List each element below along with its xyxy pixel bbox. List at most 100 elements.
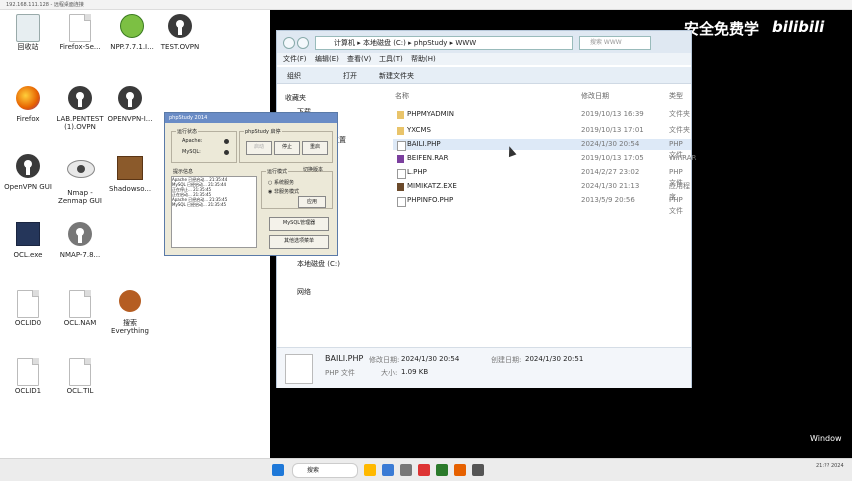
openvpn-icon — [68, 86, 92, 110]
window-title: 192.168.111.128 - 远程桌面连接 — [6, 2, 84, 8]
menu-file[interactable]: 文件(F) — [283, 54, 307, 64]
details-type: PHP 文件 — [325, 369, 355, 377]
menu-view[interactable]: 查看(V) — [347, 54, 371, 64]
details-created-label: 创建日期: — [491, 356, 522, 364]
menu-edit[interactable]: 编辑(E) — [315, 54, 339, 64]
taskbar: 搜索 21:?? 2024 — [0, 458, 852, 481]
menu-bar: 文件(F) 编辑(E) 查看(V) 工具(T) 帮助(H) — [277, 53, 691, 65]
file-row[interactable]: L.PHP 2014/2/27 23:02 PHP 文件 — [393, 167, 691, 187]
new-folder-button[interactable]: 新建文件夹 — [379, 71, 414, 81]
app-icon[interactable] — [382, 464, 394, 476]
sidebar-favorites[interactable]: 收藏夹 — [285, 93, 306, 103]
other-options-button[interactable]: 其他选项菜单 — [269, 235, 329, 249]
folder-icon — [397, 127, 404, 135]
desktop-icon-recycle-bin[interactable]: 回收站 — [2, 14, 54, 51]
desktop-icon-lab-pentest[interactable]: LAB.PENTEST (1).OVPN — [54, 86, 106, 131]
disc-icon — [68, 222, 92, 246]
app-icon[interactable] — [436, 464, 448, 476]
firefox-icon — [16, 86, 40, 110]
breadcrumb-phpstudy[interactable]: phpStudy — [414, 39, 448, 47]
start-button[interactable]: 启动 — [246, 141, 272, 155]
phpstudy-titlebar[interactable]: phpStudy 2014 — [165, 113, 337, 123]
openvpn-icon — [16, 154, 40, 178]
file-explorer-icon[interactable] — [364, 464, 376, 476]
details-modified: 2024/1/30 20:54 — [401, 355, 460, 363]
organize-button[interactable]: 组织 — [287, 71, 301, 81]
sidebar-network[interactable]: 网络 — [297, 287, 311, 297]
start-icon[interactable] — [272, 464, 284, 476]
desktop-icon-ocl-exe[interactable]: OCL.exe — [2, 222, 54, 259]
openvpn-icon — [118, 86, 142, 110]
file-row[interactable]: MIMIKATZ.EXE 2024/1/30 21:13 应用程序 — [393, 181, 691, 201]
recycle-bin-icon — [16, 14, 40, 42]
file-row[interactable]: BEIFEN.RAR 2019/10/13 17:05 WinRAR — [393, 153, 696, 164]
column-name[interactable]: 名称 — [395, 91, 409, 101]
apply-button[interactable]: 应用 — [298, 196, 326, 208]
php-file-icon — [397, 197, 406, 207]
desktop-icon-nmap[interactable]: NMAP-7.8... — [54, 222, 106, 259]
desktop-icon-zenmap[interactable]: Nmap - Zenmap GUI — [54, 154, 106, 205]
switch-version-link[interactable]: 切换版本 — [303, 166, 323, 173]
file-row-selected[interactable]: BAILI.PHP 2024/1/30 20:54 PHP 文件 — [393, 139, 691, 159]
search-input[interactable]: 搜索 WWW — [579, 36, 651, 50]
sidebar-local-disk[interactable]: 本地磁盘 (C:) — [297, 259, 340, 269]
menu-help[interactable]: 帮助(H) — [411, 54, 436, 64]
mysql-manager-button[interactable]: MySQL管理器 — [269, 217, 329, 231]
desktop-icon-oclid0[interactable]: OCLID0 — [2, 290, 54, 327]
clock[interactable]: 21:?? 2024 — [816, 463, 844, 469]
open-button[interactable]: 打开 — [343, 71, 357, 81]
desktop-icon-test-ovpn[interactable]: TEST.OVPN — [154, 14, 206, 51]
desktop-icon-ocl-til[interactable]: OCL.TIL — [54, 358, 106, 395]
menu-tools[interactable]: 工具(T) — [379, 54, 403, 64]
back-arrow-icon[interactable] — [283, 37, 295, 49]
details-pane: BAILI.PHP 修改日期: 2024/1/30 20:54 创建日期: 20… — [277, 347, 691, 388]
app-icon[interactable] — [418, 464, 430, 476]
file-row[interactable]: PHPMYADMIN 2019/10/13 16:39 文件夹 — [393, 109, 691, 120]
desktop-icon-npp[interactable]: NPP.7.7.1.I... — [106, 14, 158, 51]
file-row[interactable]: YXCMS 2019/10/13 17:01 文件夹 — [393, 125, 691, 136]
toolbar: 组织 打开 新建文件夹 — [277, 67, 691, 84]
system-service-radio[interactable]: ○ 系统服务 — [268, 179, 294, 186]
watermark-text: 安全免费学 — [684, 20, 760, 38]
rar-icon — [397, 155, 404, 163]
folder-icon — [397, 111, 404, 119]
non-service-radio[interactable]: ◉ 非服务模式 — [268, 188, 299, 195]
desktop-icon-ocl-nam[interactable]: OCL.NAM — [54, 290, 106, 327]
taskbar-search[interactable]: 搜索 — [292, 463, 358, 478]
forward-arrow-icon[interactable] — [297, 37, 309, 49]
file-row[interactable]: PHPINFO.PHP 2013/5/9 20:56 PHP 文件 — [393, 195, 691, 215]
php-file-icon — [285, 354, 313, 384]
php-file-icon — [397, 169, 406, 179]
phpstudy-window: phpStudy 2014 运行状态 Apache: MySQL: phpStu… — [164, 112, 338, 256]
explorer-window: 计算机 ▸ 本地磁盘 (C:) ▸ phpStudy ▸ WWW 搜索 WWW … — [276, 30, 696, 388]
control-group: phpStudy 启停 启动 停止 重启 — [239, 128, 333, 163]
app-icon[interactable] — [400, 464, 412, 476]
explorer-nav: 计算机 ▸ 本地磁盘 (C:) ▸ phpStudy ▸ WWW 搜索 WWW — [277, 31, 691, 53]
firefox-icon[interactable] — [454, 464, 466, 476]
breadcrumb-www[interactable]: WWW — [455, 39, 476, 47]
column-date[interactable]: 修改日期 — [581, 91, 609, 101]
log-line: MySQL 已经启动... 21:35:45 — [172, 202, 227, 207]
mysql-label: MySQL: — [182, 149, 201, 155]
desktop-icon-openvpn-installer[interactable]: OPENVPN-I... — [104, 86, 156, 123]
column-type[interactable]: 类型 — [669, 91, 683, 101]
notepad-icon — [120, 14, 144, 38]
desktop-icon-firefox[interactable]: Firefox — [2, 86, 54, 123]
details-created: 2024/1/30 20:51 — [525, 355, 584, 363]
app-icon[interactable] — [472, 464, 484, 476]
desktop-icon-everything[interactable]: 搜索 Everything — [104, 290, 156, 335]
desktop-icon-oclid1[interactable]: OCLID1 — [2, 358, 54, 395]
stop-button[interactable]: 停止 — [274, 141, 300, 155]
package-icon — [117, 156, 143, 180]
breadcrumb-drive[interactable]: 本地磁盘 (C:) — [363, 39, 406, 47]
desktop-icon-openvpn-gui[interactable]: OpenVPN GUI — [2, 154, 54, 191]
activate-windows-text: Window — [810, 434, 842, 443]
file-icon — [17, 358, 39, 386]
address-bar[interactable]: 计算机 ▸ 本地磁盘 (C:) ▸ phpStudy ▸ WWW — [315, 36, 573, 50]
breadcrumb-computer[interactable]: 计算机 — [334, 39, 355, 47]
restart-button[interactable]: 重启 — [302, 141, 328, 155]
desktop-icon-shadowsocks[interactable]: Shadowso... — [104, 154, 156, 193]
apache-label: Apache: — [182, 138, 203, 144]
desktop-icon-firefox-setup[interactable]: Firefox-Se... — [54, 14, 106, 51]
log-area: Apache 已经启动... 21:35:44 MySQL 已经启动... 21… — [171, 176, 257, 248]
